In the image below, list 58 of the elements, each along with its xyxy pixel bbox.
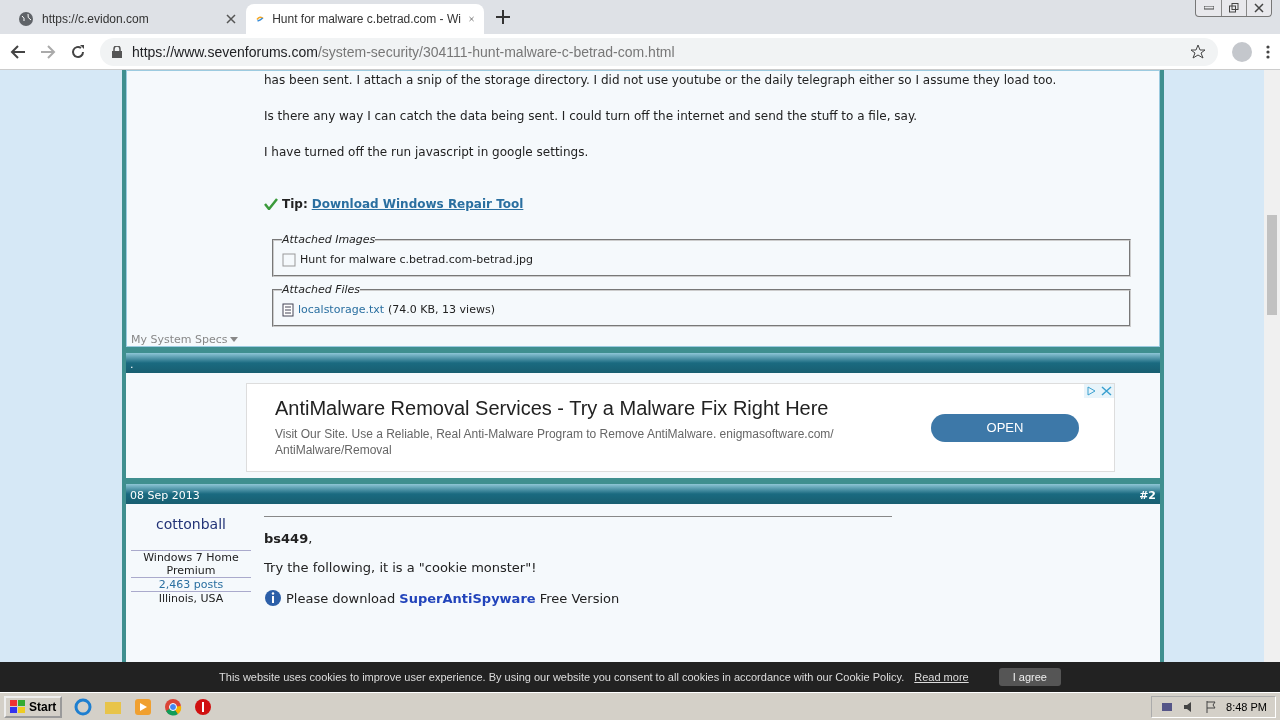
browser-tab[interactable]: Hunt for malware c.betrad.com - Wi [246,4,484,34]
panel-legend: Attached Files [282,281,361,299]
back-icon[interactable] [10,43,26,60]
close-icon[interactable] [226,14,236,24]
post-text: I have turned off the run javascript in google settings. [264,144,590,161]
globe-icon [18,11,34,27]
superantispyware-link[interactable]: SuperAntiSpyware [399,590,536,606]
repair-tool-link[interactable]: Download Windows Repair Tool [311,195,524,213]
image-name: Hunt for malware c.betrad.com-betrad.jpg [300,252,534,268]
clock: 8:48 PM [1226,700,1267,713]
panel-legend: Attached Images [282,231,376,249]
post-text: Try the following, it is a "cookie monster"! [264,560,538,575]
browser-icon[interactable] [74,697,93,716]
close-icon [1254,3,1264,13]
lock-icon [112,45,122,58]
download-text: Please download SuperAntiSpyware Free Version [286,590,620,606]
star-icon[interactable] [1190,43,1206,60]
caret-icon [229,336,238,343]
tip-label: Tip: [282,196,308,213]
document-icon [282,303,294,317]
ad-info-icon[interactable] [1084,384,1099,398]
greeting-text: bs449, [264,531,314,546]
close-icon[interactable] [468,14,474,24]
user-location: Illinois, USA [131,591,251,605]
read-more-link[interactable]: Read more [914,671,969,683]
address-bar[interactable]: https://www.sevenforums.com/system-security/304111-hunt-malware-c-betrad-com.html [100,37,1218,66]
reload-icon[interactable] [70,43,86,60]
ad-close-icon[interactable] [1099,384,1114,398]
url-text: https://www.sevenforums.com/system-security/304111-hunt-malware-c-betrad-com.html [132,43,675,60]
flag-icon[interactable] [1204,699,1219,714]
stop-icon[interactable] [194,697,213,716]
restore-icon [1229,3,1239,13]
post-text: Is there any way I can catch the data being sent. I could turn off the internet and send the stuff to a file, say. [264,108,919,125]
ad-description: Visit Our Site. Use a Reliable, Real Anti-Malware Program to Remove AntiMalware. enigmasoftware.com/ AntiMalware/Removal [275,426,835,458]
post-date: 08 Sep 2013 [130,489,200,502]
minimize-icon [1203,6,1214,10]
windows-logo [10,699,26,714]
chrome-icon[interactable] [164,697,183,716]
browser-tab[interactable]: https://c.evidon.com [8,4,246,34]
broken-image-icon [282,253,296,267]
post-number[interactable]: #2 [1139,489,1156,502]
ad-title: AntiMalware Removal Services - Try a Malware Fix Right Here [275,397,830,420]
post-count[interactable]: 2,463 posts [131,577,251,591]
menu-icon[interactable] [1266,43,1270,60]
checkmark-icon [264,198,278,210]
file-meta: (74.0 KB, 13 views) [388,302,495,318]
new-tab-icon[interactable] [496,10,510,24]
info-icon [264,589,282,607]
system-specs-link[interactable]: My System Specs [127,327,1159,346]
username[interactable]: cottonball [156,516,226,532]
start-button[interactable]: Start [4,695,63,718]
post-text: has been sent. I attach a snip of the storage directory. I did not use youtube or the daily telegraph either so I assume they load too. [264,72,1058,89]
section-bar: . [126,353,1160,373]
user-os: Windows 7 Home Premium [131,550,251,577]
file-link[interactable]: localstorage.txt [298,301,385,319]
agree-button[interactable]: I agree [998,668,1061,686]
cookie-text: This website uses cookies to improve user experience. By using our website you consent to all cookies in accordance with our Cookie Policy. [219,671,905,683]
open-button[interactable]: OPEN [931,413,1079,442]
